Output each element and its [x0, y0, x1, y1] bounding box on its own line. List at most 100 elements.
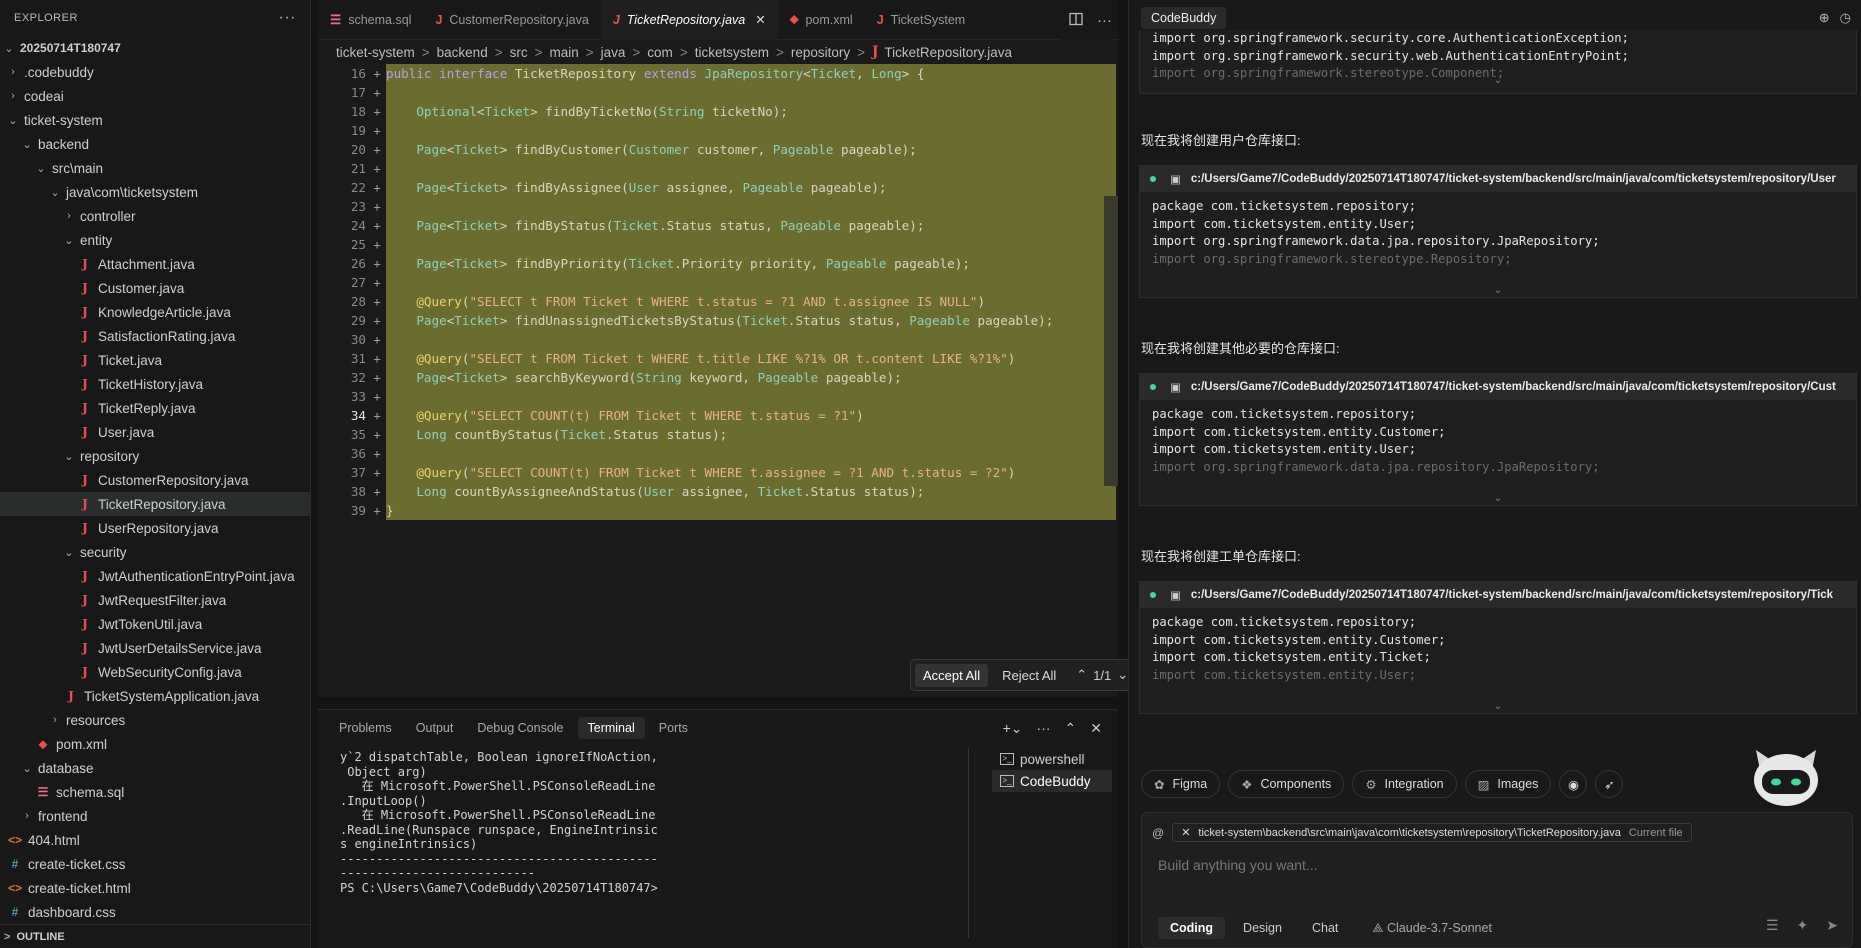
tree-folder[interactable]: ⌄ java\com\ticketsystem — [0, 180, 310, 204]
chevron-up-icon[interactable]: ⌃ — [1076, 667, 1087, 683]
tree-folder[interactable]: ⌄ security — [0, 540, 310, 564]
chip-figma[interactable]: ✿ Figma — [1141, 770, 1221, 798]
mode-coding[interactable]: Coding — [1158, 917, 1226, 939]
breadcrumb-item[interactable]: ticket-system — [336, 45, 415, 60]
mode-design[interactable]: Design — [1231, 917, 1294, 939]
terminal-output[interactable]: y`2 dispatchTable, Boolean ignoreIfNoAct… — [340, 750, 980, 895]
editor-scrollbar[interactable] — [1104, 196, 1118, 486]
chevron-down-icon[interactable]: ⌄ — [1117, 667, 1128, 683]
tree-file[interactable]: # create-ticket.css — [0, 852, 310, 876]
tree-file[interactable]: J Customer.java — [0, 276, 310, 300]
codebuddy-tab[interactable]: CodeBuddy — [1141, 7, 1227, 29]
model-selector[interactable]: ⟁ Claude-3.7-Sonnet — [1372, 921, 1492, 936]
context-file-chip[interactable]: ✕ ticket-system\backend\src\main\java\co… — [1172, 823, 1692, 842]
breadcrumb-item[interactable]: TicketRepository.java — [884, 45, 1012, 60]
chip-components[interactable]: ❖ Components — [1228, 770, 1345, 798]
tree-file[interactable]: J UserRepository.java — [0, 516, 310, 540]
tree-file[interactable]: J Attachment.java — [0, 252, 310, 276]
tree-folder[interactable]: › codeai — [0, 84, 310, 108]
code-block-header[interactable]: ▣ c:/Users/Game7/CodeBuddy/20250714T18074… — [1140, 582, 1856, 608]
panel-tab[interactable]: Ports — [649, 717, 698, 739]
code-block-header[interactable]: ▣ c:/Users/Game7/CodeBuddy/20250714T18074… — [1140, 374, 1856, 400]
tree-folder[interactable]: ⌄ ticket-system — [0, 108, 310, 132]
tree-file[interactable]: J JwtRequestFilter.java — [0, 588, 310, 612]
breadcrumb-item[interactable]: java — [601, 45, 626, 60]
new-terminal-icon[interactable]: +⌄ — [1003, 720, 1023, 737]
editor-tab[interactable]: J CustomerRepository.java — [423, 0, 600, 40]
more-actions-icon[interactable]: ··· — [279, 9, 296, 27]
tree-file[interactable]: ☰ schema.sql — [0, 780, 310, 804]
tree-folder[interactable]: ⌄ repository — [0, 444, 310, 468]
rocket-icon[interactable]: ➶ — [1595, 770, 1624, 798]
breadcrumb-item[interactable]: src — [510, 45, 528, 60]
tree-file[interactable]: <> create-ticket.html — [0, 876, 310, 900]
tree-file[interactable]: J TicketReply.java — [0, 396, 310, 420]
tree-file[interactable]: <> 404.html — [0, 828, 310, 852]
accept-all-button[interactable]: Accept All — [915, 663, 989, 687]
mode-chat[interactable]: Chat — [1300, 917, 1350, 939]
code-editor[interactable]: 16 + public interface TicketRepository ext… — [318, 64, 1118, 697]
send-icon[interactable]: ➤ — [1826, 917, 1838, 934]
panel-tab[interactable]: Output — [406, 717, 464, 739]
expand-chevron-icon[interactable]: ⌄ — [1140, 74, 1856, 88]
tree-folder[interactable]: ⌄ src\main — [0, 156, 310, 180]
list-icon[interactable]: ☰ — [1766, 917, 1779, 934]
expand-chevron-icon[interactable]: ⌄ — [1140, 284, 1856, 298]
eye-icon[interactable]: ◉ — [1559, 770, 1588, 798]
split-editor-icon[interactable] — [1069, 12, 1083, 29]
tree-file[interactable]: J TicketSystemApplication.java — [0, 684, 310, 708]
tree-file[interactable]: J SatisfactionRating.java — [0, 324, 310, 348]
tree-file[interactable]: J Ticket.java — [0, 348, 310, 372]
reject-all-button[interactable]: Reject All — [994, 664, 1064, 687]
chat-input[interactable]: Build anything you want... — [1158, 857, 1318, 873]
tree-file[interactable]: J JwtAuthenticationEntryPoint.java — [0, 564, 310, 588]
tree-file[interactable]: J CustomerRepository.java — [0, 468, 310, 492]
tree-file[interactable]: J JwtUserDetailsService.java — [0, 636, 310, 660]
panel-tab[interactable]: Problems — [329, 717, 402, 739]
terminal-scrollbar[interactable] — [968, 748, 976, 938]
tree-folder[interactable]: ⌄ backend — [0, 132, 310, 156]
tree-folder[interactable]: › frontend — [0, 804, 310, 828]
tree-file[interactable]: ⬥ pom.xml — [0, 732, 310, 756]
editor-tab[interactable]: ☰ schema.sql — [318, 0, 423, 40]
tree-file[interactable]: J KnowledgeArticle.java — [0, 300, 310, 324]
tree-file[interactable]: J JwtTokenUtil.java — [0, 612, 310, 636]
mention-icon[interactable]: @ — [1152, 826, 1164, 840]
sparkle-icon[interactable]: ✦ — [1797, 917, 1809, 934]
new-chat-icon[interactable]: ⊕ — [1819, 10, 1830, 26]
more-actions-icon[interactable]: ··· — [1037, 720, 1051, 736]
tree-file[interactable]: J TicketRepository.java — [0, 492, 310, 516]
tree-file[interactable]: J WebSecurityConfig.java — [0, 660, 310, 684]
expand-chevron-icon[interactable]: ⌄ — [1140, 700, 1856, 714]
breadcrumb-item[interactable]: com — [647, 45, 673, 60]
chip-images[interactable]: ▨ Images — [1464, 770, 1552, 798]
tree-folder[interactable]: › .codebuddy — [0, 60, 310, 84]
outline-section[interactable]: > OUTLINE — [0, 924, 311, 948]
breadcrumb-item[interactable]: backend — [437, 45, 488, 60]
breadcrumb-item[interactable]: ticketsystem — [695, 45, 769, 60]
tree-folder[interactable]: ⌄ database — [0, 756, 310, 780]
panel-tab[interactable]: Debug Console — [467, 717, 573, 739]
tree-file[interactable]: # dashboard.css — [0, 900, 310, 924]
chip-integration[interactable]: ⚙ Integration — [1352, 770, 1457, 798]
more-actions-icon[interactable]: ··· — [1097, 12, 1112, 29]
terminal-instance[interactable]: >_ CodeBuddy — [992, 770, 1112, 792]
tree-folder[interactable]: ⌄ entity — [0, 228, 310, 252]
tree-folder[interactable]: › resources — [0, 708, 310, 732]
editor-tab[interactable]: J TicketSystem — [865, 0, 978, 40]
breadcrumb-item[interactable]: repository — [791, 45, 850, 60]
close-icon[interactable]: ✕ — [1090, 720, 1102, 737]
tree-file[interactable]: J TicketHistory.java — [0, 372, 310, 396]
history-icon[interactable]: ◷ — [1840, 10, 1851, 26]
breadcrumb-item[interactable]: main — [549, 45, 578, 60]
panel-tab[interactable]: Terminal — [577, 717, 645, 739]
expand-chevron-icon[interactable]: ⌄ — [1140, 492, 1856, 506]
code-block-header[interactable]: ▣ c:/Users/Game7/CodeBuddy/20250714T18074… — [1140, 166, 1856, 192]
close-icon[interactable]: ✕ — [755, 12, 765, 27]
tree-file[interactable]: J User.java — [0, 420, 310, 444]
editor-tab[interactable]: ⬥ pom.xml — [778, 0, 865, 40]
tree-folder[interactable]: › controller — [0, 204, 310, 228]
close-icon[interactable]: ✕ — [1181, 826, 1190, 839]
editor-tab[interactable]: J TicketRepository.java ✕ — [600, 0, 778, 40]
tree-folder[interactable]: ⌄ 20250714T180747 — [0, 36, 310, 60]
